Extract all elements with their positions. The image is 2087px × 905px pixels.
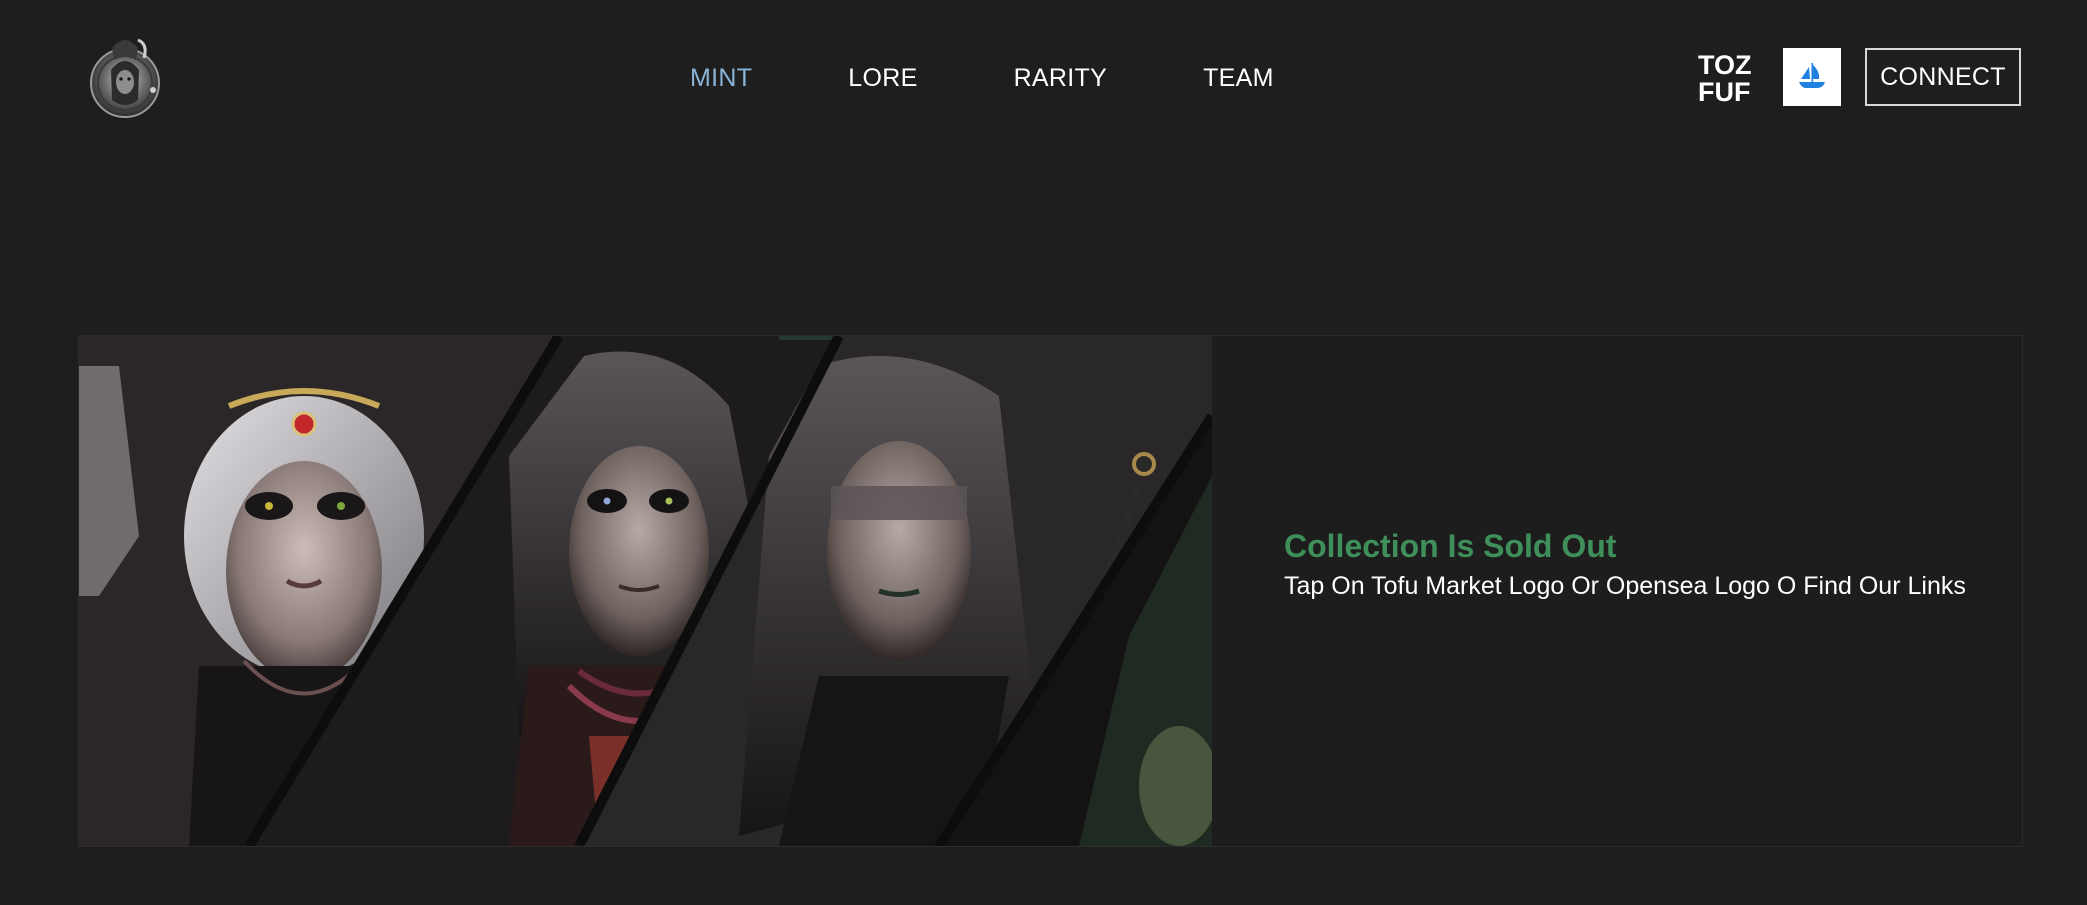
sold-out-description: Tap On Tofu Market Logo Or Opensea Logo … <box>1284 572 1966 600</box>
opensea-logo-button[interactable] <box>1783 48 1841 106</box>
tofu-market-logo-icon[interactable]: TOZ FUF <box>1698 49 1760 105</box>
sold-out-message: Collection Is Sold Out Tap On Tofu Marke… <box>1284 526 2004 604</box>
nav-link-mint[interactable]: MINT <box>690 64 752 93</box>
tofu-logo-line-1: TOZ <box>1698 50 1752 80</box>
page: MINT LORE RARITY TEAM TOZ FUF CONNECT Co… <box>0 0 2087 905</box>
opensea-ship-icon <box>1793 58 1831 96</box>
site-header: MINT LORE RARITY TEAM TOZ FUF CONNECT <box>0 0 2087 160</box>
nav-link-lore[interactable]: LORE <box>848 64 917 93</box>
nav-link-team[interactable]: TEAM <box>1203 64 1274 93</box>
hooded-figure-medallion-icon[interactable] <box>86 30 164 122</box>
sold-out-title: Collection Is Sold Out <box>1284 528 1617 564</box>
nav-link-rarity[interactable]: RARITY <box>1014 64 1107 93</box>
tofu-logo-line-2: FUF <box>1698 77 1750 105</box>
four-characters-portrait-collage <box>79 336 1212 846</box>
main-nav: MINT LORE RARITY TEAM <box>690 58 1274 98</box>
connect-wallet-button[interactable]: CONNECT <box>1865 48 2021 106</box>
mint-status-card: Collection Is Sold Out Tap On Tofu Marke… <box>78 335 2023 847</box>
